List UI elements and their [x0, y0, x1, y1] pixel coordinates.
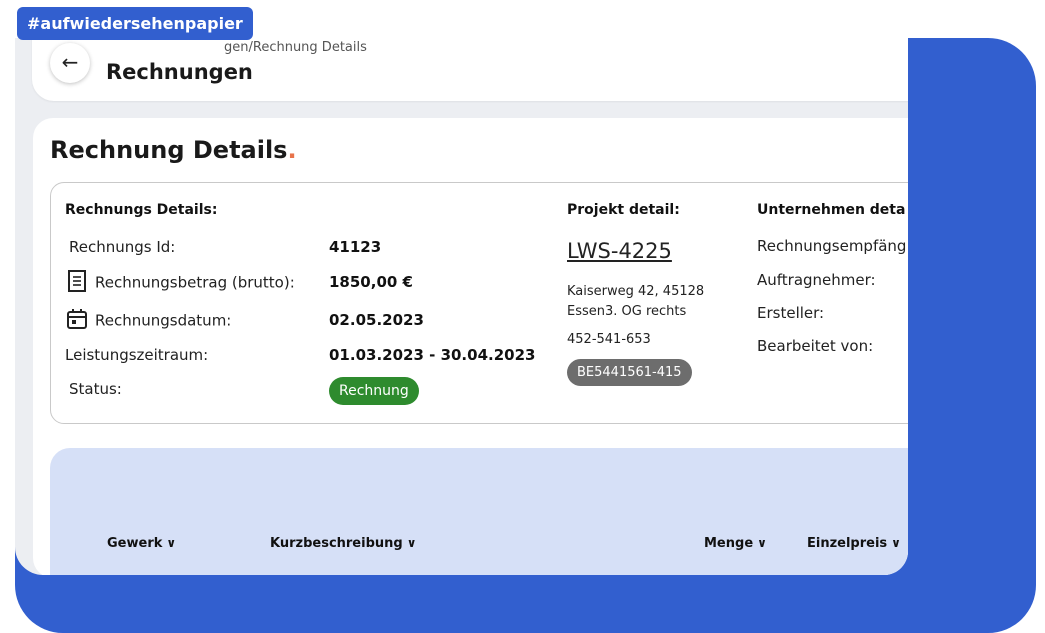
column-header-kurzbeschreibung[interactable]: Kurzbeschreibung ∨: [270, 536, 416, 551]
status-label: Status:: [69, 380, 122, 398]
auftragnehmer-label: Auftragnehmer:: [757, 271, 876, 289]
ersteller-label: Ersteller:: [757, 304, 825, 322]
title-accent-dot: .: [287, 136, 297, 164]
chevron-down-icon: ∨: [166, 536, 177, 550]
projekt-heading: Projekt detail:: [567, 202, 680, 218]
rechnungs-id-value: 41123: [329, 238, 382, 256]
project-link[interactable]: LWS-4225: [567, 239, 672, 263]
calendar-icon: [65, 307, 89, 335]
bearbeitet-von-label: Bearbeitet von:: [757, 337, 874, 355]
rechnungsbetrag-row: Rechnungsbetrag (brutto):: [65, 269, 295, 297]
column-header-einzelpreis[interactable]: Einzelpreis ∨: [807, 536, 901, 551]
page-title: Rechnungen: [106, 60, 253, 84]
rechnung-heading: Rechnungs Details:: [65, 202, 218, 218]
phone-number: 452-541-653: [567, 332, 651, 347]
leistungszeitraum-value: 01.03.2023 - 30.04.2023: [329, 346, 536, 364]
positions-table: Gewerk ∨ Kurzbeschreibung ∨ Menge ∨ Einzelp…: [50, 448, 908, 575]
card-title: Rechnung Details.: [50, 136, 297, 164]
back-button[interactable]: ←: [50, 43, 90, 83]
chevron-down-icon: ∨: [406, 536, 417, 550]
app-screen: ← gen/Rechnung Details Rechnungen Rechnu…: [15, 38, 908, 575]
rechnungsempfaenger-label: Rechnungsempfäng: [757, 237, 907, 255]
rechnungsdatum-row: Rechnungsdatum:: [65, 307, 231, 335]
status-badge: Rechnung: [329, 377, 419, 405]
column-header-menge[interactable]: Menge ∨: [704, 536, 767, 551]
address-line-1: Kaiserweg 42, 45128: [567, 284, 705, 299]
rechnungsbetrag-value: 1850,00 €: [329, 273, 413, 291]
hashtag-label: #aufwiedersehenpapier: [17, 7, 253, 40]
receipt-icon: [65, 269, 89, 297]
leistungszeitraum-label: Leistungszeitraum:: [65, 346, 209, 364]
rechnungsdatum-value: 02.05.2023: [329, 311, 424, 329]
rechnungs-id-label: Rechnungs Id:: [69, 238, 176, 256]
unternehmen-heading: Unternehmen deta: [757, 202, 906, 218]
project-id-badge: BE5441561-415: [567, 359, 692, 386]
breadcrumb[interactable]: gen/Rechnung Details: [224, 40, 367, 55]
invoice-card: Rechnung Details. Rechnungs Details: Rec…: [33, 118, 908, 575]
column-header-gewerk[interactable]: Gewerk ∨: [107, 536, 176, 551]
chevron-down-icon: ∨: [891, 536, 901, 550]
details-box: Rechnungs Details: Rechnungs Id: 41123 R…: [50, 182, 908, 424]
rechnungsdatum-label: Rechnungsdatum:: [95, 311, 232, 330]
arrow-left-icon: ←: [61, 50, 79, 74]
chevron-down-icon: ∨: [757, 536, 767, 550]
rechnungsbetrag-label: Rechnungsbetrag (brutto):: [95, 273, 295, 292]
top-bar: ← gen/Rechnung Details Rechnungen: [32, 38, 908, 101]
address-line-2: Essen3. OG rechts: [567, 304, 687, 319]
